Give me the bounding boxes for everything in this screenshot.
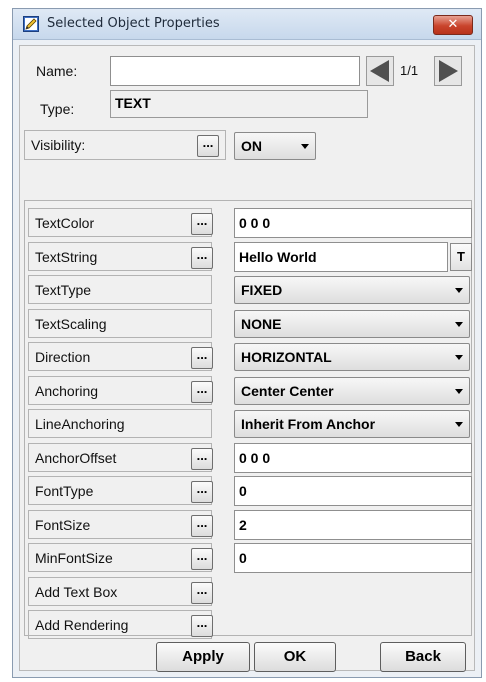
apply-button[interactable]: Apply	[156, 642, 250, 672]
close-button[interactable]: ✕	[433, 15, 473, 35]
property-label: MinFontSize	[35, 550, 113, 566]
property-row-textcolor: TextColor...	[28, 208, 213, 237]
property-label: TextScaling	[35, 316, 107, 332]
close-icon: ✕	[447, 17, 459, 32]
property-label: FontSize	[35, 517, 91, 533]
visibility-select-value: ON	[241, 138, 262, 154]
property-row-textstring: TextString...	[28, 242, 213, 271]
anchoring-dots-button[interactable]: ...	[191, 381, 213, 403]
type-label: Type:	[40, 101, 75, 117]
anchoroffset-input[interactable]: 0 0 0	[234, 443, 472, 473]
property-row-lineanchoring: LineAnchoring	[28, 409, 212, 438]
name-input[interactable]	[110, 56, 360, 86]
properties-window: Selected Object Properties ✕ Name: 1/1 T…	[12, 8, 482, 678]
pager-indicator: 1/1	[400, 63, 419, 78]
add-rendering-dots-button[interactable]: ...	[191, 615, 213, 637]
visibility-dots-button[interactable]: ...	[197, 135, 219, 157]
back-button[interactable]: Back	[380, 642, 466, 672]
fonttype-input[interactable]: 0	[234, 476, 472, 506]
chevron-down-icon	[455, 355, 463, 360]
property-label: TextColor	[35, 215, 95, 231]
textscaling-select[interactable]: NONE	[234, 310, 470, 338]
fonttype-dots-button[interactable]: ...	[191, 481, 213, 503]
direction-select-value: HORIZONTAL	[241, 349, 332, 365]
name-label: Name:	[36, 63, 78, 79]
minfontsize-dots-button[interactable]: ...	[191, 548, 213, 570]
property-label: Add Text Box	[35, 584, 118, 600]
texttype-select[interactable]: FIXED	[234, 276, 470, 304]
chevron-down-icon	[455, 322, 463, 327]
add-text-box-dots-button[interactable]: ...	[191, 582, 213, 604]
fontsize-dots-button[interactable]: ...	[191, 515, 213, 537]
property-row-texttype: TextType	[28, 275, 212, 304]
property-row-anchoroffset: AnchorOffset...	[28, 443, 213, 472]
title-bar[interactable]: Selected Object Properties ✕	[13, 9, 481, 40]
property-label: Direction	[35, 349, 91, 365]
anchoring-select[interactable]: Center Center	[234, 377, 470, 405]
property-row-add-text-box: Add Text Box...	[28, 577, 213, 606]
chevron-down-icon	[455, 288, 463, 293]
property-row-add-rendering: Add Rendering...	[28, 610, 213, 639]
property-label: Add Rendering	[35, 617, 129, 633]
previous-arrow-icon[interactable]	[366, 56, 394, 86]
textstring-input[interactable]: Hello World	[234, 242, 448, 272]
property-row-direction: Direction...	[28, 342, 213, 371]
anchoroffset-dots-button[interactable]: ...	[191, 448, 213, 470]
window-title: Selected Object Properties	[47, 16, 220, 31]
property-row-anchoring: Anchoring...	[28, 376, 213, 405]
direction-select[interactable]: HORIZONTAL	[234, 343, 470, 371]
property-label: FontType	[35, 483, 94, 499]
visibility-row: Visibility: ...	[24, 130, 226, 160]
ok-button[interactable]: OK	[254, 642, 336, 672]
textscaling-select-value: NONE	[241, 316, 282, 332]
direction-dots-button[interactable]: ...	[191, 347, 213, 369]
next-arrow-icon[interactable]	[434, 56, 462, 86]
property-row-fontsize: FontSize...	[28, 510, 213, 539]
textstring-t-button[interactable]: T	[450, 243, 472, 271]
textstring-dots-button[interactable]: ...	[191, 247, 213, 269]
anchoring-select-value: Center Center	[241, 383, 334, 399]
property-row-minfontsize: MinFontSize...	[28, 543, 213, 572]
chevron-down-icon	[301, 144, 309, 149]
visibility-label: Visibility:	[31, 137, 86, 153]
property-label: TextType	[35, 282, 92, 298]
property-label: LineAnchoring	[35, 416, 125, 432]
type-value: TEXT	[110, 90, 368, 118]
chevron-down-icon	[455, 389, 463, 394]
minfontsize-input[interactable]: 0	[234, 543, 472, 573]
texttype-select-value: FIXED	[241, 282, 283, 298]
lineanchoring-select-value: Inherit From Anchor	[241, 416, 376, 432]
textcolor-dots-button[interactable]: ...	[191, 213, 213, 235]
property-label: TextString	[35, 249, 98, 265]
lineanchoring-select[interactable]: Inherit From Anchor	[234, 410, 470, 438]
fontsize-input[interactable]: 2	[234, 510, 472, 540]
dialog-body: Name: 1/1 Type: TEXT Visibility: ... ON …	[19, 45, 475, 672]
visibility-select[interactable]: ON	[234, 132, 316, 160]
property-row-textscaling: TextScaling	[28, 309, 212, 338]
property-label: AnchorOffset	[35, 450, 117, 466]
property-row-fonttype: FontType...	[28, 476, 213, 505]
property-label: Anchoring	[35, 383, 99, 399]
edit-pencil-icon	[23, 16, 39, 32]
textcolor-input[interactable]: 0 0 0	[234, 208, 472, 238]
chevron-down-icon	[455, 422, 463, 427]
